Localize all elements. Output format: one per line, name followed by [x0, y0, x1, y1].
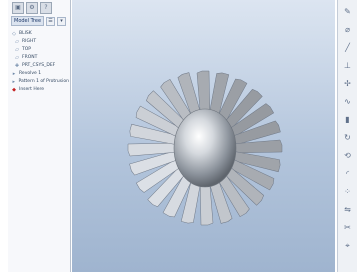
graphics-viewport[interactable] [72, 0, 335, 272]
datum-plane-icon: ▱ [15, 38, 19, 45]
tree-item-revolve[interactable]: ▸ Revolve 1 [11, 70, 69, 77]
tree-filter-button[interactable]: ☰ [46, 16, 56, 26]
part-icon: ◇ [12, 30, 16, 37]
tree-item-right[interactable]: ▱ RIGHT [11, 38, 69, 45]
pattern-tool-icon[interactable]: ⁘ [342, 186, 353, 197]
sketch-icon[interactable]: ⌀ [342, 24, 353, 35]
point-icon[interactable]: ✢ [342, 78, 353, 89]
tree-item-label: BLISK [19, 31, 32, 36]
tree-item-label: RIGHT [22, 39, 37, 44]
axis-icon[interactable]: ⊥ [342, 60, 353, 71]
pattern-icon: ▸ [12, 78, 15, 85]
datum-plane-icon: ▱ [15, 46, 19, 53]
select-icon[interactable]: ✎ [342, 6, 353, 17]
right-toolbar: ✎ ⌀ ╱ ⊥ ✢ ∿ ▮ ↻ ⟲ ◜ ⁘ ⇋ ✂ ⌖ [337, 0, 357, 272]
model-tree: ◇ BLISK ▱ RIGHT ▱ TOP ▱ FRONT ✚ PRT_CSYS… [11, 30, 69, 94]
revolve-icon: ▸ [12, 70, 16, 77]
line-icon[interactable]: ╱ [342, 42, 353, 53]
tree-toolbar: ▣ ⚙ ? [12, 2, 52, 14]
tree-item-label: Revolve 1 [19, 71, 42, 76]
tree-dropdown-button[interactable]: ▾ [57, 16, 67, 26]
tree-item-label: FRONT [22, 55, 38, 60]
model-tree-panel: ▣ ⚙ ? Model Tree ☰ ▾ ◇ BLISK ▱ RIGHT ▱ T… [8, 0, 71, 272]
tree-item-label: PRT_CSYS_DEF [22, 63, 56, 68]
tree-item-blisk[interactable]: ◇ BLISK [11, 30, 69, 37]
hub [173, 108, 237, 188]
revolve-tool-icon[interactable]: ↻ [342, 132, 353, 143]
tree-item-top[interactable]: ▱ TOP [11, 46, 69, 53]
extrude-icon[interactable]: ▮ [342, 114, 353, 125]
tree-item-label: Insert Here [19, 87, 45, 92]
model-tree-header: Model Tree ☰ ▾ [11, 16, 67, 26]
tree-item-insert-here[interactable]: ◆ Insert Here [11, 86, 69, 93]
insert-marker-icon: ◆ [12, 86, 16, 93]
tree-item-label: Pattern 1 of Protrusion [18, 79, 70, 84]
tree-item-csys[interactable]: ✚ PRT_CSYS_DEF [11, 62, 69, 69]
tree-item-label: TOP [22, 47, 32, 52]
settings-icon[interactable]: ⚙ [26, 2, 38, 14]
tree-item-pattern[interactable]: ▸ Pattern 1 of Protrusion [11, 78, 69, 85]
sweep-icon[interactable]: ⟲ [342, 150, 353, 161]
model-tree-title[interactable]: Model Tree [11, 16, 45, 26]
coordinate-system-icon: ✚ [14, 62, 20, 69]
trim-icon[interactable]: ✂ [342, 222, 353, 233]
open-icon[interactable]: ▣ [12, 2, 24, 14]
model-render [127, 70, 283, 226]
measure-icon[interactable]: ⌖ [342, 240, 353, 251]
help-icon[interactable]: ? [40, 2, 52, 14]
round-icon[interactable]: ◜ [342, 168, 353, 179]
tree-item-front[interactable]: ▱ FRONT [11, 54, 69, 61]
curve-icon[interactable]: ∿ [342, 96, 353, 107]
datum-plane-icon: ▱ [15, 54, 19, 61]
mirror-icon[interactable]: ⇋ [342, 204, 353, 215]
